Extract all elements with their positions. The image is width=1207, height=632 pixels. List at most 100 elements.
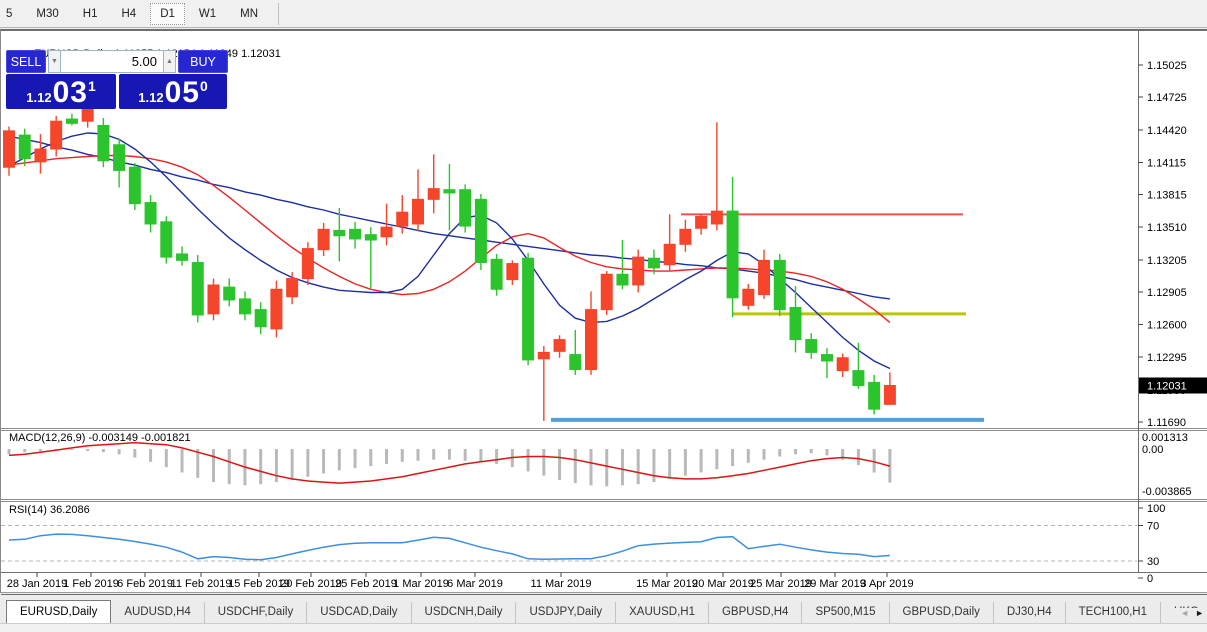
rsi-scale-label: 100	[1147, 503, 1165, 515]
candle-body-down	[191, 262, 204, 316]
date-tick-label: 1 Feb 2019	[63, 578, 119, 590]
date-tick-label: 25 Mar 2019	[750, 578, 812, 590]
price-chart[interactable]: 1.15025 1.14725 1.14420 1.14115 1.13815 1.135…	[1, 31, 1207, 595]
buy-price-pip: 0	[199, 78, 208, 94]
price-tick-label: 1.12600	[1147, 320, 1187, 332]
timeframe-button-d1[interactable]: D1	[150, 2, 185, 25]
candle-body-up	[758, 259, 771, 296]
date-tick-label: 20 Mar 2019	[692, 578, 754, 590]
candle-body-up	[679, 228, 692, 245]
timeframe-button-m5[interactable]: 5	[0, 3, 22, 25]
candle-body-up	[427, 188, 440, 200]
candle-body-up	[207, 284, 220, 315]
candle-body-down	[616, 273, 629, 286]
volume-decrease-button[interactable]: ▼	[48, 50, 61, 73]
candle-body-up	[301, 248, 314, 280]
date-tick-label: 11 Feb 2019	[171, 578, 232, 590]
buy-button[interactable]: BUY	[178, 50, 228, 73]
volume-input[interactable]	[61, 50, 163, 73]
candle-body-down	[144, 202, 157, 225]
candle-body-up	[632, 256, 645, 286]
tab-sp500-m15[interactable]: SP500,M15	[802, 602, 890, 623]
candle-body-down	[726, 210, 739, 299]
candle-body-up	[663, 243, 676, 266]
date-tick-label: 28 Jan 2019	[7, 578, 68, 590]
rsi-line	[8, 533, 890, 561]
buy-price-prefix: 1.12	[138, 90, 164, 105]
sell-price-pip: 1	[87, 78, 96, 94]
tab-gbpusd-h4[interactable]: GBPUSD,H4	[709, 602, 803, 623]
macd-indicator-label: MACD(12,26,9) -0.003149 -0.001821	[9, 432, 191, 444]
macd-signal-value: -0.001821	[141, 432, 191, 444]
tab-eurusd-daily[interactable]: EURUSD,Daily	[6, 600, 112, 623]
date-tick-label: 3 Apr 2019	[860, 578, 913, 590]
candle-body-down	[113, 144, 126, 171]
tab-gbpusd-daily[interactable]: GBPUSD,Daily	[890, 602, 994, 623]
macd-signal-line	[8, 441, 891, 484]
timeframe-button-h1[interactable]: H1	[73, 3, 108, 25]
candle-body-down	[490, 258, 503, 290]
candle-body-down	[805, 339, 818, 353]
candle-body-down	[820, 354, 833, 362]
date-tick-label: 15 Mar 2019	[636, 578, 698, 590]
one-click-trade-panel: SELL ▼ ▲ BUY 1.12 03 1 1.12 05 0	[6, 50, 228, 109]
sell-button[interactable]: SELL	[6, 50, 46, 73]
candle-body-up	[742, 288, 755, 306]
tab-usdcnh-daily[interactable]: USDCNH,Daily	[412, 602, 517, 623]
candle-body-up	[585, 309, 598, 371]
timeframe-button-mn[interactable]: MN	[230, 3, 268, 25]
price-tick-label: 1.12905	[1147, 287, 1187, 299]
candle-body-down	[18, 134, 31, 160]
tab-usdchf-daily[interactable]: USDCHF,Daily	[205, 602, 308, 623]
date-tick-label: 6 Mar 2019	[447, 578, 503, 590]
macd-scale-zero: 0.00	[1142, 444, 1163, 456]
tab-xauusd-h1[interactable]: XAUUSD,H1	[616, 602, 709, 623]
current-price-label: 1.12031	[1147, 380, 1187, 392]
timeframe-button-m30[interactable]: M30	[26, 3, 68, 25]
price-tick-label: 1.13510	[1147, 222, 1187, 234]
date-tick-label: 25 Feb 2019	[335, 578, 397, 590]
timeframe-button-h4[interactable]: H4	[111, 3, 146, 25]
candle-body-down	[160, 221, 173, 258]
price-tick-label: 1.11690	[1147, 417, 1186, 429]
price-tick-label: 1.14725	[1147, 92, 1187, 104]
sell-price-big: 03	[52, 76, 88, 109]
candle-body-down	[647, 257, 660, 269]
tab-usdcad-daily[interactable]: USDCAD,Daily	[307, 602, 412, 623]
candle-body-up	[3, 130, 15, 168]
price-tick-label: 1.13205	[1147, 255, 1187, 267]
candle-body-down	[789, 306, 802, 341]
candle-body-up	[396, 211, 409, 227]
candle-body-up	[836, 357, 849, 372]
date-tick-label: 6 Feb 2019	[117, 578, 173, 590]
tab-dj30-h4[interactable]: DJ30,H4	[994, 602, 1066, 623]
tab-usdjpy-daily[interactable]: USDJPY,Daily	[516, 602, 617, 623]
candle-body-up	[270, 288, 283, 330]
macd-scale-min: -0.003865	[1142, 486, 1192, 498]
tab-scroll-right-icon[interactable]: ►	[1195, 608, 1204, 618]
rsi-indicator-label: RSI(14) 36.2086	[9, 504, 90, 516]
candle-body-down	[569, 354, 582, 371]
macd-scale-max: 0.001313	[1142, 432, 1188, 444]
price-tick-label: 1.14420	[1147, 125, 1187, 137]
candle-body-down	[364, 234, 377, 241]
price-tick-label: 1.14115	[1147, 157, 1186, 169]
status-bar	[0, 623, 1207, 632]
tab-audusd-h4[interactable]: AUDUSD,H4	[111, 602, 205, 623]
chevron-down-icon: ▼	[51, 58, 58, 65]
tab-scroll-left-icon[interactable]: ◄	[1180, 608, 1189, 618]
rsi-scale-label: 30	[1147, 556, 1159, 568]
buy-price-quote[interactable]: 1.12 05 0	[119, 74, 227, 109]
price-tick-label: 1.13815	[1147, 190, 1187, 202]
volume-increase-button[interactable]: ▲	[163, 50, 176, 73]
candle-body-up	[710, 210, 723, 225]
candle-body-up	[34, 148, 47, 163]
candle-body-down	[868, 381, 881, 410]
price-tick-label: 1.15025	[1147, 60, 1187, 72]
date-tick-label: 29 Mar 2019	[804, 578, 866, 590]
timeframe-button-w1[interactable]: W1	[189, 3, 226, 25]
sell-price-quote[interactable]: 1.12 03 1	[6, 74, 116, 109]
tab-tech100-h1[interactable]: TECH100,H1	[1066, 602, 1162, 623]
candle-body-down	[852, 370, 865, 387]
chevron-up-icon: ▲	[166, 58, 173, 65]
